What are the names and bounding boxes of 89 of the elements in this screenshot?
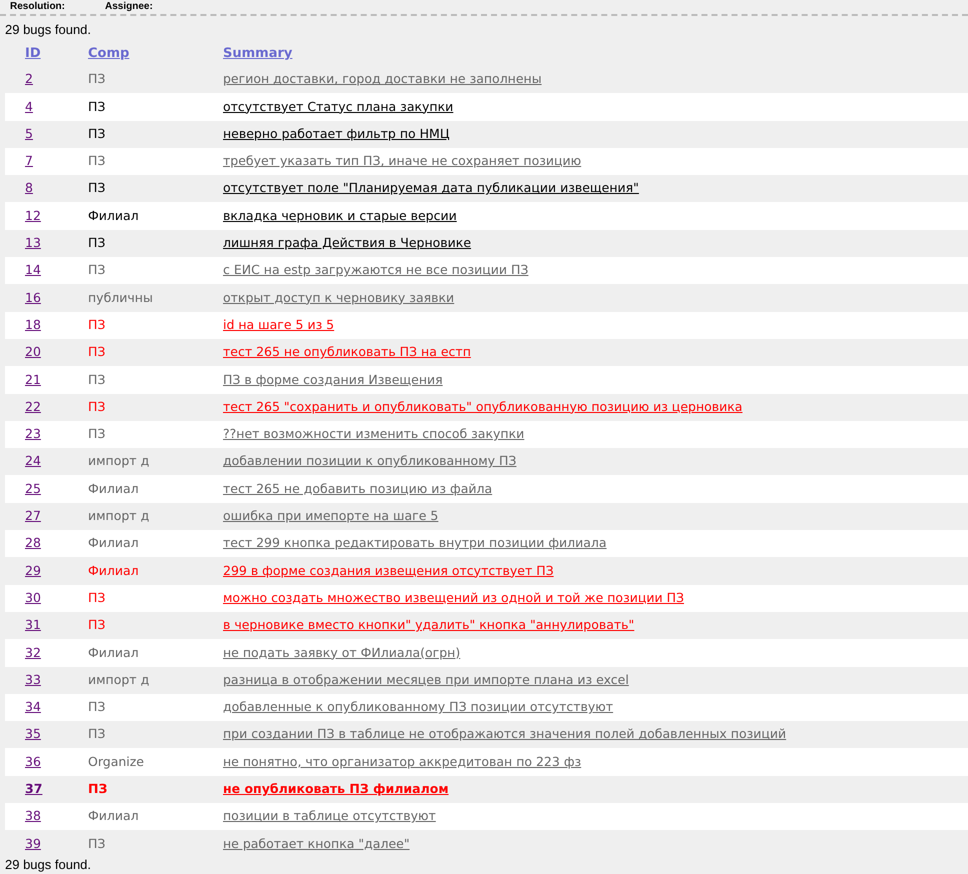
component-text: ПЗ <box>88 372 106 387</box>
bug-id-link[interactable]: 30 <box>25 590 41 605</box>
component-text: Филиал <box>88 808 139 824</box>
component-text: Филиал <box>88 480 139 496</box>
bug-id-link[interactable]: 28 <box>25 535 41 550</box>
bug-id-link[interactable]: 21 <box>25 372 41 387</box>
bug-id-link[interactable]: 32 <box>25 644 41 660</box>
bug-title-link[interactable]: лишняя графа Действия в Черновике <box>223 235 472 250</box>
bug-id-link[interactable]: 2 <box>25 71 33 86</box>
bug-title-link[interactable]: открыт доступ к черновику заявки <box>223 290 454 305</box>
bug-title-link[interactable]: не понятно, что организатор аккредитован по 223 фз <box>223 754 582 769</box>
bug-title-link[interactable]: id на шаге 5 из 5 <box>223 316 334 332</box>
component-text: ПЗ <box>88 617 106 632</box>
component-text: публичны <box>88 290 153 305</box>
bug-title-link[interactable]: не подать заявку от ФИлиала(огрн) <box>223 644 460 660</box>
bug-title-link[interactable]: можно создать множество извещений из одной и той же позиции ПЗ <box>223 590 684 605</box>
component-text: ПЗ <box>88 836 106 851</box>
bug-id-link[interactable]: 35 <box>25 726 41 742</box>
bug-id-link[interactable]: 7 <box>25 153 33 168</box>
bug-title-link[interactable]: не работает кнопка "далее" <box>223 836 410 851</box>
component-text: ПЗ <box>88 398 106 414</box>
bug-id-link[interactable]: 18 <box>25 316 41 332</box>
bug-id-link[interactable]: 22 <box>25 398 41 414</box>
bug-id-link[interactable]: 4 <box>25 98 33 114</box>
bug-title-link[interactable]: неверно работает фильтр по НМЦ <box>223 126 450 141</box>
bug-id-link[interactable]: 24 <box>25 453 41 468</box>
bug-id-link[interactable]: 8 <box>25 180 33 196</box>
component-text: импорт д <box>88 508 150 524</box>
filter-label: Assignee: <box>105 1 153 13</box>
component-text: ПЗ <box>88 426 106 442</box>
bug-title-link[interactable]: требует указать тип ПЗ, иначе не сохраняет позицию <box>223 153 582 168</box>
column-sort-link[interactable]: Comp <box>88 46 130 62</box>
bug-id-link[interactable]: 33 <box>25 672 41 687</box>
component-text: ПЗ <box>88 235 106 250</box>
component-text: Филиал <box>88 562 139 578</box>
bug-title-link[interactable]: тест 265 не добавить позицию из файла <box>223 480 492 496</box>
component-text: ПЗ <box>88 726 106 742</box>
bug-id-link[interactable]: 37 <box>25 780 42 796</box>
bug-id-link[interactable]: 29 <box>25 562 41 578</box>
bug-title-link[interactable]: с ЕИС на estp загружаются не все позиции ПЗ <box>223 262 528 278</box>
result-count: 29 bugs found. <box>4 21 92 39</box>
component-text: ПЗ <box>88 780 108 796</box>
component-text: Филиал <box>88 535 139 550</box>
bug-title-link[interactable]: регион доставки, город доставки не заполнены <box>223 71 542 86</box>
bug-title-link[interactable]: добавленные к опубликованному ПЗ позиции отсутствуют <box>223 699 614 714</box>
bug-title-link[interactable]: ??нет возможности изменить способ закупки <box>223 426 524 442</box>
bug-title-link[interactable]: тест 299 кнопка редактировать внутри позиции филиала <box>223 535 607 550</box>
bug-id-link[interactable]: 27 <box>25 508 41 524</box>
component-text: ПЗ <box>88 180 106 196</box>
component-text: Филиал <box>88 644 139 660</box>
component-text: ПЗ <box>88 126 106 141</box>
bug-id-link[interactable]: 25 <box>25 480 41 496</box>
bug-id-link[interactable]: 23 <box>25 426 41 442</box>
component-text: импорт д <box>88 453 150 468</box>
bug-id-link[interactable]: 12 <box>25 208 41 223</box>
component-text: ПЗ <box>88 98 106 114</box>
component-text: ПЗ <box>88 316 106 332</box>
component-text: Organize <box>88 754 144 769</box>
bug-title-link[interactable]: ПЗ в форме создания Извещения <box>223 372 443 387</box>
component-text: ПЗ <box>88 590 106 605</box>
bug-id-link[interactable]: 39 <box>25 836 41 851</box>
bug-title-link[interactable]: позиции в таблице отсутствуют <box>223 808 436 824</box>
component-text: ПЗ <box>88 699 106 714</box>
bug-id-link[interactable]: 14 <box>25 262 41 278</box>
bug-title-link[interactable]: добавлении позиции к опубликованному ПЗ <box>223 453 516 468</box>
component-text: ПЗ <box>88 344 106 360</box>
result-count: 29 bugs found. <box>4 858 92 872</box>
bug-title-link[interactable]: вкладка черновик и старые версии <box>223 208 457 223</box>
column-sort-link[interactable]: ID <box>25 46 41 62</box>
column-sort-link[interactable]: Summary <box>223 46 292 62</box>
bug-title-link[interactable]: при создании ПЗ в таблице не отображаются значения полей добавленных позиций <box>223 726 786 742</box>
bug-id-link[interactable]: 20 <box>25 344 41 360</box>
bug-id-link[interactable]: 16 <box>25 290 41 305</box>
bug-id-link[interactable]: 36 <box>25 754 41 769</box>
bug-id-link[interactable]: 31 <box>25 617 41 632</box>
bug-id-link[interactable]: 5 <box>25 126 33 141</box>
component-text: ПЗ <box>88 153 106 168</box>
bug-title-link[interactable]: разница в отображении месяцев при импорте плана из excel <box>223 672 629 687</box>
bug-title-link[interactable]: ошибка при имепорте на шаге 5 <box>223 508 438 524</box>
component-text: ПЗ <box>88 262 106 278</box>
bug-id-link[interactable]: 13 <box>25 235 41 250</box>
filter-label: Resolution: <box>10 1 65 13</box>
bug-title-link[interactable]: отсутствует Статус плана закупки <box>223 98 454 114</box>
component-text: ПЗ <box>88 71 106 86</box>
component-text: Филиал <box>88 208 139 223</box>
bug-title-link[interactable]: отсутствует поле "Планируемая дата публикации извещения" <box>223 180 639 196</box>
bug-id-link[interactable]: 34 <box>25 699 41 714</box>
bug-id-link[interactable]: 38 <box>25 808 41 824</box>
component-text: импорт д <box>88 672 150 687</box>
